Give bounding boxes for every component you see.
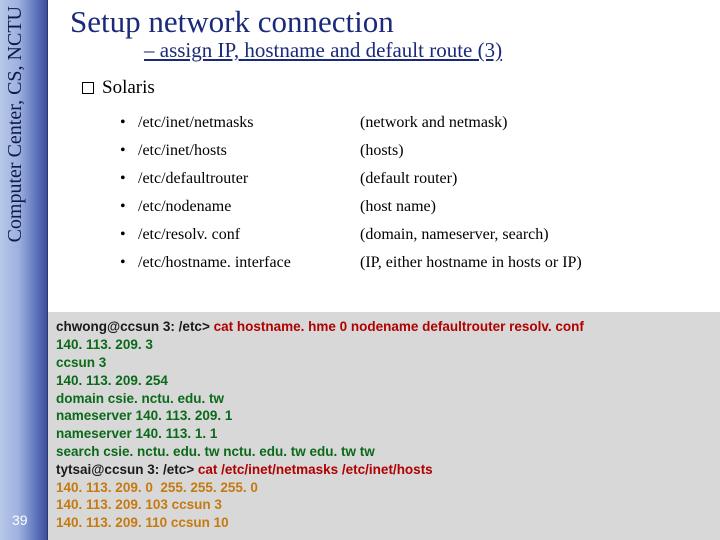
sidebar: Computer Center, CS, NCTU 39 <box>0 0 48 540</box>
section-label: Solaris <box>102 77 155 98</box>
file-list: •/etc/inet/netmasks(network and netmask)… <box>120 109 710 277</box>
terminal-segment: search csie. nctu. edu. tw nctu. edu. tw… <box>56 444 375 459</box>
terminal-line: 140. 113. 209. 3 <box>56 336 712 354</box>
terminal-line: 140. 113. 209. 254 <box>56 372 712 390</box>
terminal-segment: 140. 113. 209. 254 <box>56 373 168 388</box>
terminal-segment: domain csie. nctu. edu. tw <box>56 391 224 406</box>
terminal-segment: 140. 113. 209. 0 255. 255. 255. 0 <box>56 480 258 495</box>
section-header: Solaris <box>82 77 710 99</box>
file-desc: (domain, nameserver, search) <box>360 221 710 249</box>
terminal-segment: 140. 113. 209. 110 ccsun 10 <box>56 515 229 530</box>
bullet-dot-icon: • <box>120 193 138 221</box>
terminal-segment: cat hostname. hme 0 nodename defaultrout… <box>214 319 584 334</box>
file-desc: (network and netmask) <box>360 109 710 137</box>
file-path: /etc/nodename <box>138 193 360 221</box>
list-item: •/etc/resolv. conf(domain, nameserver, s… <box>120 221 710 249</box>
terminal-segment: 140. 113. 209. 3 <box>56 337 153 352</box>
list-item: •/etc/inet/netmasks(network and netmask) <box>120 109 710 137</box>
file-path: /etc/inet/hosts <box>138 137 360 165</box>
bullet-dot-icon: • <box>120 249 138 277</box>
file-desc: (host name) <box>360 193 710 221</box>
page-title: Setup network connection <box>70 4 710 40</box>
terminal-line: nameserver 140. 113. 209. 1 <box>56 407 712 425</box>
terminal-line: ccsun 3 <box>56 354 712 372</box>
terminal-line: 140. 113. 209. 110 ccsun 10 <box>56 514 712 532</box>
file-path: /etc/defaultrouter <box>138 165 360 193</box>
bullet-square-icon <box>82 82 94 94</box>
terminal-segment: ccsun 3 <box>56 355 106 370</box>
terminal-line: search csie. nctu. edu. tw nctu. edu. tw… <box>56 443 712 461</box>
file-desc: (IP, either hostname in hosts or IP) <box>360 249 710 277</box>
terminal-segment: chwong@ccsun 3: /etc> <box>56 319 214 334</box>
page-subtitle: – assign IP, hostname and default route … <box>144 38 710 63</box>
terminal-segment: nameserver 140. 113. 1. 1 <box>56 426 217 441</box>
list-item: •/etc/inet/hosts(hosts) <box>120 137 710 165</box>
file-path: /etc/hostname. interface <box>138 249 360 277</box>
terminal-line: 140. 113. 209. 0 255. 255. 255. 0 <box>56 479 712 497</box>
terminal-segment: tytsai@ccsun 3: /etc> <box>56 462 198 477</box>
terminal-output: chwong@ccsun 3: /etc> cat hostname. hme … <box>48 312 720 540</box>
file-desc: (hosts) <box>360 137 710 165</box>
terminal-line: 140. 113. 209. 103 ccsun 3 <box>56 496 712 514</box>
sidebar-label: Computer Center, CS, NCTU <box>4 6 27 242</box>
list-item: •/etc/hostname. interface(IP, either hos… <box>120 249 710 277</box>
list-item: •/etc/nodename(host name) <box>120 193 710 221</box>
terminal-line: nameserver 140. 113. 1. 1 <box>56 425 712 443</box>
terminal-segment: nameserver 140. 113. 209. 1 <box>56 408 232 423</box>
bullet-dot-icon: • <box>120 109 138 137</box>
terminal-line: tytsai@ccsun 3: /etc> cat /etc/inet/netm… <box>56 461 712 479</box>
terminal-line: domain csie. nctu. edu. tw <box>56 390 712 408</box>
bullet-dot-icon: • <box>120 137 138 165</box>
terminal-line: chwong@ccsun 3: /etc> cat hostname. hme … <box>56 318 712 336</box>
list-item: •/etc/defaultrouter(default router) <box>120 165 710 193</box>
file-path: /etc/inet/netmasks <box>138 109 360 137</box>
terminal-segment: 140. 113. 209. 103 ccsun 3 <box>56 497 222 512</box>
bullet-dot-icon: • <box>120 165 138 193</box>
file-desc: (default router) <box>360 165 710 193</box>
page-number: 39 <box>12 512 28 528</box>
file-path: /etc/resolv. conf <box>138 221 360 249</box>
terminal-segment: cat /etc/inet/netmasks /etc/inet/hosts <box>198 462 433 477</box>
bullet-dot-icon: • <box>120 221 138 249</box>
